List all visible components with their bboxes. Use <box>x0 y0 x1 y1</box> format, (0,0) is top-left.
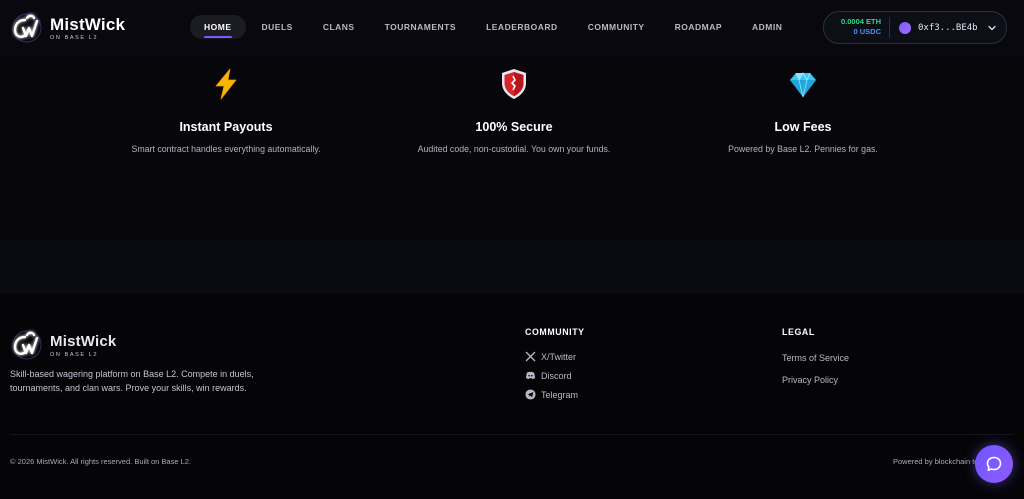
wallet-avatar-icon <box>899 21 911 34</box>
mistwick-logo-icon <box>12 13 42 43</box>
main-nav: HOME DUELS CLANS TOURNAMENTS LEADERBOARD… <box>190 15 798 39</box>
telegram-label: Telegram <box>541 389 579 400</box>
footer-brand-name: MistWick <box>50 332 117 350</box>
chevron-down-icon <box>987 25 996 30</box>
feature-description: Powered by Base L2. Pennies for gas. <box>728 144 878 154</box>
feature-title: 100% Secure <box>475 120 553 134</box>
footer-divider <box>10 434 1014 435</box>
discord-link[interactable]: Discord <box>525 370 572 381</box>
chat-support-button[interactable] <box>975 445 1013 483</box>
nav-roadmap[interactable]: ROADMAP <box>661 15 736 39</box>
discord-label: Discord <box>541 370 572 381</box>
nav-home[interactable]: HOME <box>190 15 246 39</box>
features-section: Instant Payouts Smart contract handles e… <box>0 56 1024 240</box>
footer-brand-subtitle: ON BASE L2 <box>50 351 99 358</box>
x-twitter-label: X/Twitter <box>541 351 577 362</box>
nav-tournaments[interactable]: TOURNAMENTS <box>371 15 470 39</box>
feature-description: Smart contract handles everything automa… <box>131 144 321 154</box>
wallet-address: 0xf3...BE4b <box>918 22 978 33</box>
nav-admin[interactable]: ADMIN <box>738 15 796 39</box>
brand-subtitle: ON BASE L2 <box>50 34 99 41</box>
feature-title: Low Fees <box>774 120 832 134</box>
site-footer: MistWick ON BASE L2 Skill-based wagering… <box>0 294 1024 499</box>
nav-clans[interactable]: CLANS <box>309 15 369 39</box>
community-heading: COMMUNITY <box>525 327 585 337</box>
footer-brand[interactable]: MistWick ON BASE L2 <box>10 328 116 362</box>
x-icon <box>525 351 536 362</box>
brand-logo-link[interactable]: MistWick ON BASE L2 <box>10 11 125 45</box>
top-navbar: MistWick ON BASE L2 HOME DUELS CLANS TOU… <box>0 0 1024 56</box>
legal-heading: LEGAL <box>782 327 815 337</box>
nav-leaderboard[interactable]: LEADERBOARD <box>472 15 572 39</box>
terms-of-service-link[interactable]: Terms of Service <box>782 353 849 363</box>
diamond-icon <box>790 72 816 98</box>
lightning-icon <box>215 68 237 100</box>
telegram-icon <box>525 389 536 400</box>
nav-duels[interactable]: DUELS <box>248 15 307 39</box>
telegram-link[interactable]: Telegram <box>525 389 578 400</box>
privacy-policy-link[interactable]: Privacy Policy <box>782 375 838 385</box>
mistwick-logo-icon <box>12 330 42 360</box>
wallet-button[interactable]: 0.0004 ETH 0 USDC 0xf3...BE4b <box>823 11 1007 44</box>
brand-name: MistWick <box>50 14 126 34</box>
footer-description: Skill-based wagering platform on Base L2… <box>10 369 254 393</box>
eth-balance: 0.0004 ETH <box>840 17 881 26</box>
feature-title: Instant Payouts <box>179 120 273 134</box>
usdc-balance: 0 USDC <box>853 27 881 36</box>
feature-description: Audited code, non-custodial. You own you… <box>417 144 611 154</box>
wallet-address-group: 0xf3...BE4b <box>899 21 997 34</box>
wallet-balances: 0.0004 ETH 0 USDC <box>824 17 890 38</box>
discord-icon <box>525 371 536 380</box>
shield-icon <box>502 69 526 99</box>
chat-bubble-icon <box>986 456 1002 471</box>
x-twitter-link[interactable]: X/Twitter <box>525 351 576 362</box>
nav-community[interactable]: COMMUNITY <box>574 15 659 39</box>
section-divider-band <box>0 240 1024 294</box>
copyright-text: © 2026 MistWick. All rights reserved. Bu… <box>10 457 192 466</box>
